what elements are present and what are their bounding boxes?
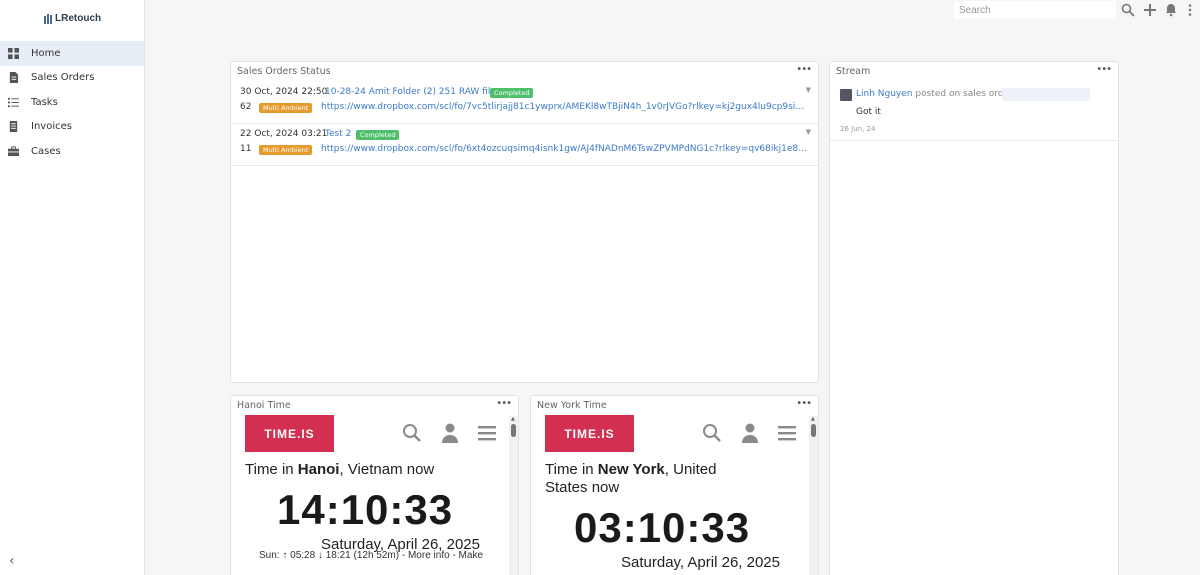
heading-line2: States now [545,479,620,496]
sidebar-item-label: Home [31,47,61,59]
sidebar-item-home[interactable]: Home [0,41,144,66]
time-widget: TIME.IS ▲ Time in New York, United State… [531,415,818,575]
order-date: 30 Oct, 2024 22:50 [240,87,328,97]
bell-icon[interactable] [1164,3,1178,17]
sidebar-item-sales-orders[interactable]: Sales Orders [0,66,144,91]
newyork-time-card: New York Time ••• TIME.IS ▲ Time in New … [530,395,819,575]
scrollbar[interactable]: ▲ [809,416,818,575]
search-icon[interactable] [702,422,722,444]
time-heading: Time in New York, United States now [545,461,716,497]
briefcase-icon [8,146,19,156]
collapse-sidebar-button[interactable]: ‹ [9,553,15,569]
sun-info: Sun: ↑ 05:28 ↓ 18:21 (12h 52m) - More in… [259,550,483,561]
chevron-down-icon[interactable]: ▼ [806,128,811,136]
order-date: 22 Oct, 2024 03:21 [240,129,328,139]
sidebar-nav: Home Sales Orders Tasks Invoices Cases [0,41,144,164]
card-menu-button[interactable]: ••• [496,398,512,409]
search-icon[interactable] [402,422,422,444]
plus-icon[interactable] [1143,3,1157,17]
sidebar-item-invoices[interactable]: Invoices [0,115,144,140]
heading-prefix: Time in [545,461,598,478]
sidebar-item-label: Sales Orders [31,72,95,84]
menu-icon[interactable] [477,422,497,444]
order-name-link[interactable]: Test 2 [325,129,351,139]
stream-verb: posted on sales order [915,89,1013,99]
timeis-logo[interactable]: TIME.IS [545,415,634,452]
sidebar-item-label: Invoices [31,121,72,133]
card-title: Stream [836,66,871,77]
order-row[interactable]: 30 Oct, 2024 22:50 10-28-24 Amit Folder … [231,82,818,124]
status-badge: Completed [356,130,400,140]
tag-badge: Multi Ambient [259,103,313,113]
sidebar-item-label: Tasks [31,96,58,108]
scroll-up-icon[interactable]: ▲ [811,416,815,422]
list-icon [8,97,19,107]
logo-text: LRetouch [55,13,102,24]
author-link[interactable]: Linh Nguyen [856,89,913,99]
invoice-icon [9,121,18,133]
sidebar-item-tasks[interactable]: Tasks [0,90,144,115]
order-count: 11 [240,144,252,154]
stream-entry-header: Linh Nguyen posted on sales order [856,89,1013,99]
stream-date: 26 Jun, 24 [840,125,876,133]
heading-city: Hanoi [297,461,340,478]
time-heading: Time in Hanoi, Vietnam now [245,461,434,479]
stream-card: Stream ••• Linh Nguyen posted on sales o… [829,61,1119,575]
hanoi-time-card: Hanoi Time ••• TIME.IS ▲ Time in Hanoi, … [230,395,519,575]
heading-city: New York [597,461,665,478]
order-url-link[interactable]: https://www.dropbox.com/scl/fo/7vc5tlirj… [321,102,811,112]
card-title: Sales Orders Status [237,66,331,77]
menu-icon[interactable] [777,422,797,444]
stream-entry: Linh Nguyen posted on sales order Got it… [830,82,1118,141]
order-row[interactable]: 22 Oct, 2024 03:21 Test 2 Completed ▼ 11… [231,124,818,166]
status-badge: Completed [490,88,534,98]
heading-suffix: , United [664,461,717,478]
more-vertical-icon[interactable] [1183,3,1197,17]
card-menu-button[interactable]: ••• [796,64,812,75]
clock: 14:10:33 [277,486,454,533]
scrollbar-thumb[interactable] [511,424,516,437]
card-title: New York Time [537,400,607,411]
order-count: 62 [240,102,252,112]
search-input[interactable] [954,1,1116,19]
sidebar: LRetouch Home Sales Orders Tasks Invoice… [0,0,145,575]
stream-message: Got it [856,107,881,117]
user-icon[interactable] [741,422,759,444]
order-url-link[interactable]: https://www.dropbox.com/scl/fo/6xt4ozcuq… [321,144,811,154]
grid-icon [8,47,19,59]
chevron-down-icon[interactable]: ▼ [806,86,811,94]
user-icon[interactable] [441,422,459,444]
heading-suffix: , Vietnam now [339,461,435,478]
scrollbar[interactable]: ▲ [509,416,518,575]
sidebar-item-label: Cases [31,145,61,157]
card-menu-button[interactable]: ••• [1096,64,1112,75]
card-title: Hanoi Time [237,400,291,411]
sales-order-link[interactable] [1002,88,1090,101]
chevron-left-icon: ‹ [9,553,15,569]
logo-icon [44,13,52,24]
sidebar-item-cases[interactable]: Cases [0,139,144,164]
sales-orders-card: Sales Orders Status ••• 30 Oct, 2024 22:… [230,61,819,383]
document-icon [9,72,19,84]
avatar[interactable] [840,89,852,101]
clock: 03:10:33 [574,504,751,551]
order-name-link[interactable]: 10-28-24 Amit Folder (2) 251 RAW files [325,87,501,97]
heading-prefix: Time in [245,461,298,478]
time-widget: TIME.IS ▲ Time in Hanoi, Vietnam now 14:… [231,415,518,575]
timeis-logo[interactable]: TIME.IS [245,415,334,452]
date-text: Saturday, April 26, 2025 [621,554,780,571]
scrollbar-thumb[interactable] [811,424,816,437]
scroll-up-icon[interactable]: ▲ [511,416,515,422]
tag-badge: Multi Ambient [259,145,313,155]
app-logo[interactable]: LRetouch [44,13,101,24]
card-menu-button[interactable]: ••• [796,398,812,409]
search-icon[interactable] [1121,3,1135,17]
